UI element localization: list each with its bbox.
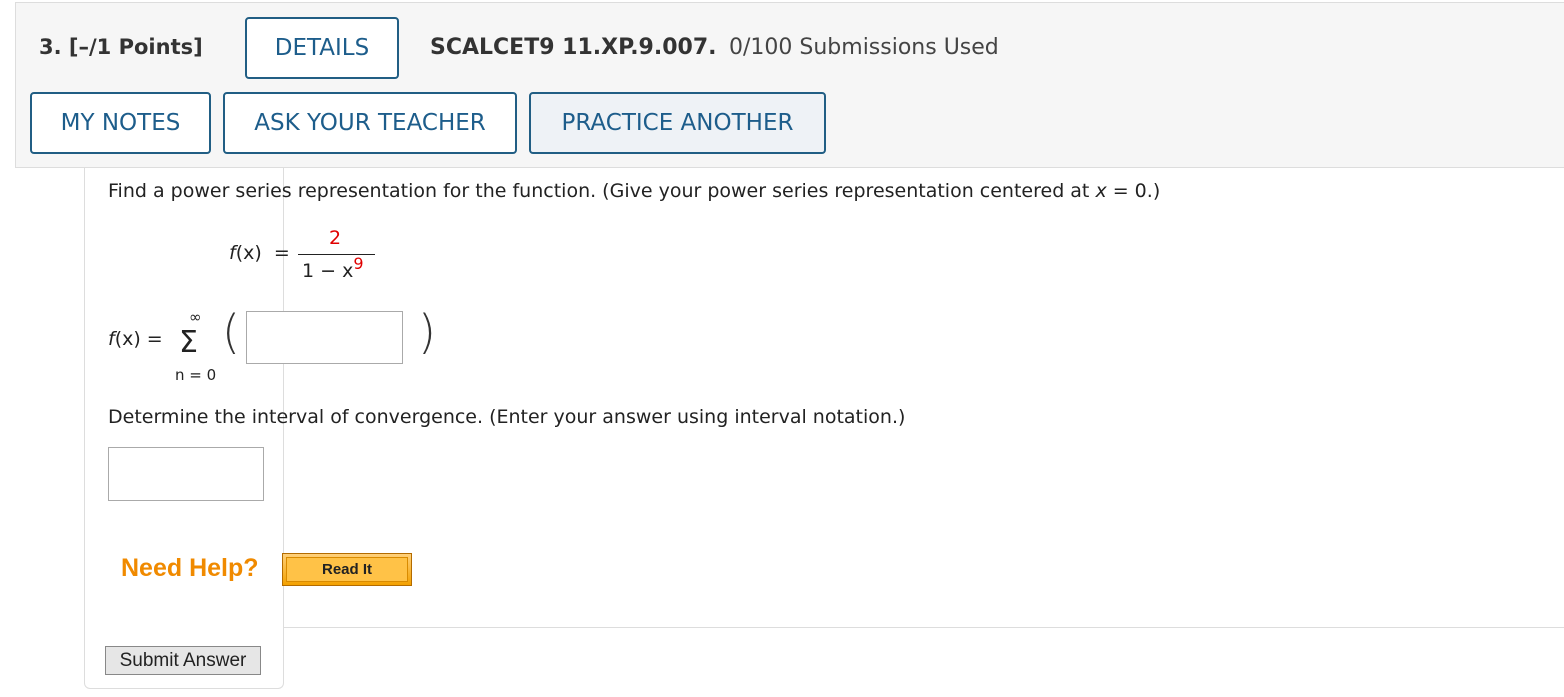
sigma-lower-limit: n = 0: [175, 366, 217, 384]
sigma-upper-limit: ∞: [189, 308, 202, 326]
my-notes-button[interactable]: MY NOTES: [30, 92, 211, 154]
submit-answer-button[interactable]: Submit Answer: [105, 646, 261, 675]
read-it-label: Read It: [286, 557, 408, 582]
need-help-label: Need Help?: [121, 554, 259, 582]
question-divider: [284, 627, 1564, 628]
read-it-button[interactable]: Read It: [282, 553, 412, 586]
fraction-numerator: 2: [329, 227, 342, 249]
question-number: 3. [–/1 Points]: [39, 35, 203, 59]
close-parenthesis: ): [418, 305, 436, 359]
interval-input[interactable]: [108, 447, 264, 501]
sigma-symbol: Σ: [179, 325, 198, 360]
series-term-input[interactable]: [246, 311, 403, 364]
series-lhs: f(x) =: [108, 328, 163, 350]
question-prompt: Find a power series representation for t…: [108, 180, 1161, 202]
open-parenthesis: (: [222, 305, 240, 359]
assignment-id: SCALCET9 11.XP.9.007.: [430, 35, 717, 60]
submissions-used: 0/100 Submissions Used: [729, 35, 999, 60]
ask-your-teacher-button[interactable]: ASK YOUR TEACHER: [223, 92, 517, 154]
details-button[interactable]: DETAILS: [245, 17, 399, 79]
function-lhs: f(x) =: [229, 242, 290, 264]
interval-prompt: Determine the interval of convergence. (…: [108, 406, 906, 428]
practice-another-button[interactable]: PRACTICE ANOTHER: [529, 92, 826, 154]
fraction-denominator: 1 − x9: [302, 254, 364, 282]
